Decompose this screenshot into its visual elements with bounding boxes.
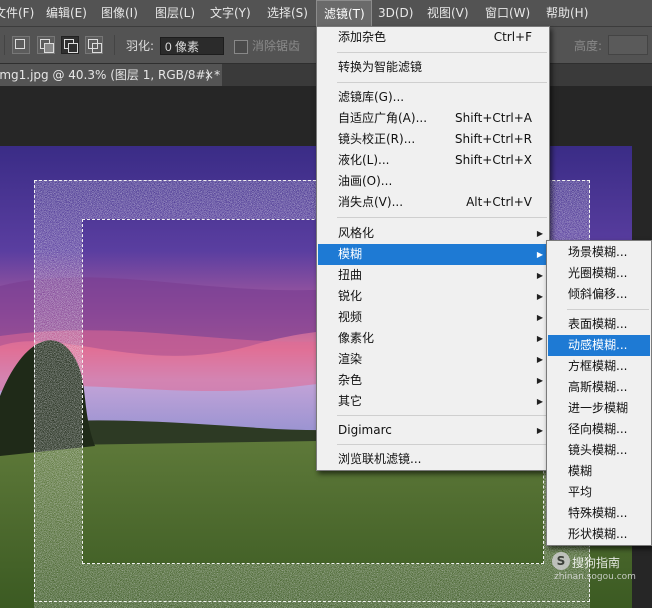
- watermark-text: 搜狗指南: [572, 556, 621, 570]
- submenu-item-iris-blur[interactable]: 光圈模糊...: [548, 263, 650, 284]
- submenu-item-surface-blur[interactable]: 表面模糊...: [548, 314, 650, 335]
- menu-separator: [337, 217, 547, 218]
- menu-separator: [567, 309, 649, 310]
- menu-item-sharpen[interactable]: 锐化 ▶: [318, 286, 548, 307]
- menu-separator: [337, 82, 547, 83]
- menu-3d[interactable]: 3D(D): [378, 0, 413, 26]
- divider: [4, 35, 5, 55]
- submenu-arrow-icon: ▶: [536, 313, 543, 322]
- submenu-item-box-blur[interactable]: 方框模糊...: [548, 356, 650, 377]
- antialias-label: 消除锯齿: [252, 39, 301, 53]
- submenu-arrow-icon: ▶: [536, 426, 543, 435]
- submenu-item-tilt-shift[interactable]: 倾斜偏移...: [548, 284, 650, 305]
- menu-item-video[interactable]: 视频 ▶: [318, 307, 548, 328]
- menu-bar: 文件(F) 编辑(E) 图像(I) 图层(L) 文字(Y) 选择(S) 滤镜(T…: [0, 0, 652, 27]
- submenu-arrow-icon: ▶: [536, 397, 543, 406]
- menu-item-filter-gallery[interactable]: 滤镜库(G)...: [318, 87, 548, 108]
- menu-item-distort[interactable]: 扭曲 ▶: [318, 265, 548, 286]
- menu-view[interactable]: 视图(V): [427, 0, 469, 26]
- menu-item-noise[interactable]: 杂色 ▶: [318, 370, 548, 391]
- menu-item-convert-smart-filter[interactable]: 转换为智能滤镜: [318, 57, 548, 78]
- menu-item-vanishing-point[interactable]: 消失点(V)... Alt+Ctrl+V: [318, 192, 548, 213]
- menu-filter[interactable]: 滤镜(T): [316, 0, 372, 26]
- intersect-selection-icon[interactable]: [85, 36, 103, 54]
- watermark-url: zhinan.sogou.com: [554, 572, 636, 582]
- menu-separator: [337, 415, 547, 416]
- menu-item-browse-online-filters[interactable]: 浏览联机滤镜...: [318, 449, 548, 470]
- menu-file[interactable]: 文件(F): [0, 0, 34, 26]
- menu-type[interactable]: 文字(Y): [210, 0, 251, 26]
- submenu-item-blur[interactable]: 模糊: [548, 461, 650, 482]
- height-label: 高度:: [574, 39, 603, 53]
- submenu-item-lens-blur[interactable]: 镜头模糊...: [548, 440, 650, 461]
- feather-input[interactable]: [160, 37, 224, 55]
- submenu-item-blur-more[interactable]: 进一步模糊: [548, 398, 650, 419]
- submenu-arrow-icon: ▶: [536, 271, 543, 280]
- submenu-arrow-icon: ▶: [536, 334, 543, 343]
- divider: [114, 35, 115, 55]
- submenu-item-radial-blur[interactable]: 径向模糊...: [548, 419, 650, 440]
- submenu-item-gaussian-blur[interactable]: 高斯模糊...: [548, 377, 650, 398]
- menu-item-add-noise[interactable]: 添加杂色 Ctrl+F: [318, 27, 548, 48]
- menu-separator: [337, 52, 547, 53]
- sogou-logo-icon: S: [552, 552, 570, 570]
- filter-menu: 添加杂色 Ctrl+F 转换为智能滤镜 滤镜库(G)... 自适应广角(A)...…: [316, 26, 550, 471]
- submenu-arrow-icon: ▶: [536, 250, 543, 259]
- menu-select[interactable]: 选择(S): [267, 0, 308, 26]
- menu-edit[interactable]: 编辑(E): [46, 0, 87, 26]
- submenu-item-shape-blur[interactable]: 形状模糊...: [548, 524, 650, 545]
- feather-label: 羽化:: [126, 39, 155, 53]
- menu-image[interactable]: 图像(I): [101, 0, 138, 26]
- submenu-item-field-blur[interactable]: 场景模糊...: [548, 242, 650, 263]
- menu-item-oil-paint[interactable]: 油画(O)...: [318, 171, 548, 192]
- new-selection-icon[interactable]: [12, 36, 30, 54]
- submenu-arrow-icon: ▶: [536, 292, 543, 301]
- menu-item-render[interactable]: 渲染 ▶: [318, 349, 548, 370]
- submenu-arrow-icon: ▶: [536, 376, 543, 385]
- submenu-item-motion-blur[interactable]: 动感模糊...: [548, 335, 650, 356]
- document-tab[interactable]: img1.jpg @ 40.3% (图层 1, RGB/8#) *: [0, 64, 222, 86]
- antialias-checkbox[interactable]: [234, 40, 248, 54]
- menu-item-blur[interactable]: 模糊 ▶: [318, 244, 548, 265]
- menu-layer[interactable]: 图层(L): [155, 0, 195, 26]
- menu-item-stylize[interactable]: 风格化 ▶: [318, 223, 548, 244]
- submenu-item-average[interactable]: 平均: [548, 482, 650, 503]
- add-selection-icon[interactable]: [37, 36, 55, 54]
- document-tab-title: img1.jpg @ 40.3% (图层 1, RGB/8#) *: [0, 68, 221, 82]
- close-icon[interactable]: ×: [204, 66, 214, 84]
- blur-submenu: 场景模糊... 光圈模糊... 倾斜偏移... 表面模糊... 动感模糊... …: [546, 240, 652, 546]
- subtract-selection-icon[interactable]: [61, 36, 79, 54]
- menu-window[interactable]: 窗口(W): [485, 0, 530, 26]
- height-input[interactable]: [608, 35, 648, 55]
- menu-item-other[interactable]: 其它 ▶: [318, 391, 548, 412]
- menu-item-adaptive-wide-angle[interactable]: 自适应广角(A)... Shift+Ctrl+A: [318, 108, 548, 129]
- menu-separator: [337, 444, 547, 445]
- menu-item-liquify[interactable]: 液化(L)... Shift+Ctrl+X: [318, 150, 548, 171]
- menu-help[interactable]: 帮助(H): [546, 0, 588, 26]
- menu-item-lens-correction[interactable]: 镜头校正(R)... Shift+Ctrl+R: [318, 129, 548, 150]
- watermark: S 搜狗指南 zhinan.sogou.com: [550, 552, 650, 592]
- submenu-arrow-icon: ▶: [536, 229, 543, 238]
- menu-item-digimarc[interactable]: Digimarc ▶: [318, 420, 548, 441]
- menu-item-pixelate[interactable]: 像素化 ▶: [318, 328, 548, 349]
- submenu-item-smart-blur[interactable]: 特殊模糊...: [548, 503, 650, 524]
- submenu-arrow-icon: ▶: [536, 355, 543, 364]
